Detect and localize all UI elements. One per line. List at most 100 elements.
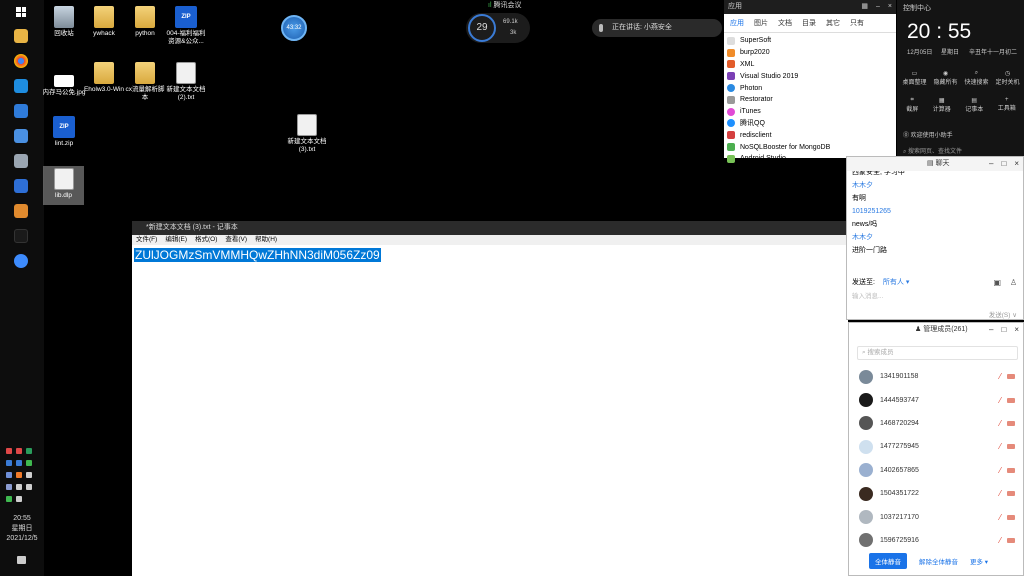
mic-muted-icon[interactable]: ⁄: [1000, 442, 1001, 451]
tab-images[interactable]: 图片: [754, 18, 768, 28]
chrome-icon[interactable]: [14, 54, 28, 68]
camera-off-icon[interactable]: [1007, 537, 1015, 543]
mic-muted-icon[interactable]: ⁄: [1000, 489, 1001, 498]
list-item[interactable]: iTunes: [724, 106, 896, 118]
camera-off-icon[interactable]: [1007, 444, 1015, 450]
mic-muted-icon[interactable]: ⁄: [1000, 536, 1001, 545]
float-ball[interactable]: 43:32: [281, 15, 307, 41]
notepad-button[interactable]: ▤ 记事本: [965, 97, 983, 113]
list-item[interactable]: 1477275945 ⁄: [849, 435, 1023, 458]
timer-shutdown-button[interactable]: ◷ 定时关机: [995, 70, 1019, 86]
menu-edit[interactable]: 编辑(E): [165, 235, 187, 245]
user-icon[interactable]: ♙: [1010, 278, 1017, 287]
minimize-icon[interactable]: –: [876, 0, 880, 14]
tray-icon[interactable]: [16, 472, 22, 478]
notepad-titlebar[interactable]: *新建文本文档 (3).txt - 记事本: [132, 221, 848, 235]
camera-off-icon[interactable]: [1007, 491, 1015, 497]
list-item[interactable]: XML: [724, 59, 896, 71]
list-item[interactable]: Photon: [724, 82, 896, 94]
desktop-icon-text-file[interactable]: 新建文本文档 (3).txt: [284, 114, 330, 154]
tray-icon[interactable]: [6, 460, 12, 466]
camera-off-icon[interactable]: [1007, 374, 1015, 380]
list-item[interactable]: 1504351722 ⁄: [849, 482, 1023, 505]
menu-format[interactable]: 格式(O): [195, 235, 217, 245]
tray-icon[interactable]: [16, 448, 22, 454]
unmute-all-button[interactable]: 解除全体静音: [919, 556, 958, 566]
list-item[interactable]: 1341901158 ⁄: [849, 365, 1023, 388]
desktop-icon-recycle-bin[interactable]: 回收站: [42, 6, 86, 38]
mic-muted-icon[interactable]: ⁄: [1000, 372, 1001, 381]
remote-icon[interactable]: [14, 204, 28, 218]
list-item[interactable]: 腾讯QQ: [724, 118, 896, 130]
camera-off-icon[interactable]: [1007, 514, 1015, 520]
selected-text[interactable]: ZUlJOGMzSmVMMHQwZHhNN3diM056Zz09: [134, 248, 381, 262]
desktop-icon-folder[interactable]: python: [123, 6, 167, 38]
tab-only[interactable]: 只有: [850, 18, 864, 28]
image-icon[interactable]: ▣: [993, 278, 1001, 287]
tray-icon[interactable]: [16, 460, 22, 466]
menu-help[interactable]: 帮助(H): [255, 235, 277, 245]
camera-off-icon[interactable]: [1007, 397, 1015, 403]
tray-icon[interactable]: [6, 496, 12, 502]
close-icon[interactable]: ×: [888, 0, 892, 14]
toolbox-button[interactable]: + 工具箱: [998, 97, 1016, 113]
tray-icon[interactable]: [6, 472, 12, 478]
desktop-icon-zip[interactable]: ZIP lint.zip: [42, 116, 86, 148]
list-item[interactable]: 1444593747 ⁄: [849, 388, 1023, 411]
tab-docs[interactable]: 文档: [778, 18, 792, 28]
mic-muted-icon[interactable]: ⁄: [1000, 419, 1001, 428]
list-item[interactable]: 1596725916 ⁄: [849, 529, 1023, 552]
desktop-icon-file-selected[interactable]: lib.dlp: [43, 166, 84, 205]
desktop-icon-folder[interactable]: Eholw3.0-Win: [82, 62, 126, 94]
quick-search-button[interactable]: ⌕ 快速搜索: [964, 70, 988, 86]
screenshot-button[interactable]: ⌗ 截屏: [906, 97, 918, 113]
menu-view[interactable]: 查看(V): [225, 235, 247, 245]
camera-off-icon[interactable]: [1007, 420, 1015, 426]
tab-other[interactable]: 其它: [826, 18, 840, 28]
minimize-icon[interactable]: –: [989, 323, 993, 337]
desktop-organize-button[interactable]: ▭ 桌面整理: [902, 70, 926, 86]
control-center-search[interactable]: ⌕ 搜索网页、查找文件: [903, 146, 962, 156]
list-item[interactable]: SuperSoft: [724, 35, 896, 47]
tray-icon[interactable]: [26, 460, 32, 466]
mute-all-button[interactable]: 全体静音: [869, 553, 907, 569]
grid-icon[interactable]: ▦: [861, 0, 868, 14]
menu-file[interactable]: 文件(F): [136, 235, 157, 245]
tray-icon[interactable]: [16, 484, 22, 490]
desktop-icon-folder[interactable]: ywhack: [82, 6, 126, 38]
calculator-button[interactable]: ▦ 计算器: [933, 97, 951, 113]
desktop-icon-text-file[interactable]: 新建文本文档 (2).txt: [164, 62, 208, 102]
close-icon[interactable]: ×: [1014, 323, 1019, 337]
meeting-indicator[interactable]: ıl 腾讯会议: [488, 0, 521, 10]
shield-icon[interactable]: [14, 104, 28, 118]
notepad-window[interactable]: *新建文本文档 (3).txt - 记事本 文件(F) 编辑(E) 格式(O) …: [132, 221, 848, 576]
feishu-icon[interactable]: [14, 129, 28, 143]
tencent-meeting-icon[interactable]: [14, 254, 28, 268]
mic-muted-icon[interactable]: ⁄: [1000, 396, 1001, 405]
notepad-text-area[interactable]: ZUlJOGMzSmVMMHQwZHhNN3diM056Zz09: [134, 248, 848, 262]
tab-apps[interactable]: 应用: [730, 18, 744, 28]
desktop-icon-image[interactable]: 内存马公免.jpg: [42, 70, 86, 97]
mic-muted-icon[interactable]: ⁄: [1000, 513, 1001, 522]
chat-input[interactable]: 输入消息...: [852, 290, 883, 300]
mic-muted-icon[interactable]: ⁄: [1000, 466, 1001, 475]
list-item[interactable]: 1402657865 ⁄: [849, 459, 1023, 482]
send-button[interactable]: 发送(S) ∨: [989, 309, 1017, 319]
maximize-icon[interactable]: □: [1001, 157, 1006, 171]
meeting-icon[interactable]: [14, 179, 28, 193]
tray-icon[interactable]: [6, 484, 12, 490]
member-search-input[interactable]: ⌕ 搜索成员: [857, 346, 1018, 360]
tray-icon[interactable]: [16, 496, 22, 502]
desktop-icon-folder[interactable]: cx流量解析脚本: [123, 62, 167, 102]
list-item[interactable]: Visual Studio 2019: [724, 70, 896, 82]
list-item[interactable]: Restorator: [724, 94, 896, 106]
taskbar-clock[interactable]: 20:55 星期日 2021/12/5: [0, 514, 44, 544]
list-item[interactable]: redisclient: [724, 129, 896, 141]
send-to-select[interactable]: 所有人 ▾: [883, 279, 909, 286]
start-icon[interactable]: [16, 7, 26, 17]
file-explorer-icon[interactable]: [14, 29, 28, 43]
list-item[interactable]: burp2020: [724, 47, 896, 59]
tab-folders[interactable]: 目录: [802, 18, 816, 28]
camera-off-icon[interactable]: [1007, 467, 1015, 473]
notepad-taskbar-icon[interactable]: [14, 154, 28, 168]
